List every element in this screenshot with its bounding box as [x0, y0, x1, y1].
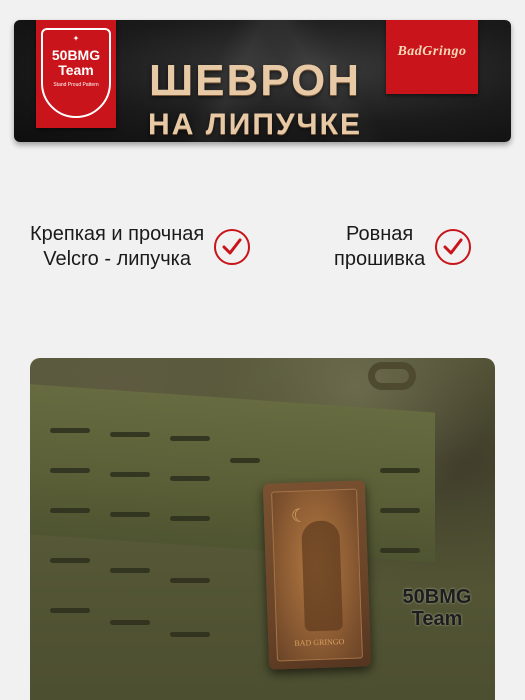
badgringo-logo: BadGringo — [397, 44, 467, 59]
checkmark-icon — [214, 229, 251, 265]
feature-stitching: Ровная прошивка — [334, 222, 472, 272]
banner-title-line2: НА ЛИПУЧКЕ — [148, 108, 362, 141]
patch-engraving: ☾ BAD GRINGO — [271, 488, 363, 662]
watermark-line2: Team — [411, 608, 463, 630]
feature-velcro: Крепкая и прочная Velcro - липучка — [30, 222, 251, 272]
badge-line3: Stand Proud Pattern — [53, 82, 99, 88]
checkmark-icon — [435, 229, 472, 265]
feature-line1: Ровная — [346, 223, 414, 245]
moon-icon: ☾ — [290, 505, 308, 526]
star-icon: ✦ — [72, 34, 80, 43]
watermark-50bmg: 50BMG Team — [382, 586, 492, 630]
laser-cut-slots — [30, 358, 495, 700]
brand-badge-badgringo: BadGringo — [386, 20, 478, 94]
feature-line2: Velcro - липучка — [43, 248, 191, 270]
product-photo: ☾ BAD GRINGO 50BMG Team — [30, 358, 495, 700]
header-banner: ✦ 50BMG Team Stand Proud Pattern ШЕВРОН … — [14, 20, 511, 142]
banner-title-line1: ШЕВРОН — [148, 56, 362, 105]
brand-badge-50bmg: ✦ 50BMG Team Stand Proud Pattern — [36, 20, 116, 128]
feature-line2: прошивка — [334, 248, 426, 270]
feature-text: Крепкая и прочная Velcro - липучка — [30, 222, 204, 272]
leather-patch: ☾ BAD GRINGO — [262, 480, 372, 670]
figure-engraving — [301, 520, 343, 632]
watermark-line1: 50BMG — [402, 586, 472, 608]
crest-icon: ✦ 50BMG Team Stand Proud Pattern — [41, 28, 111, 118]
feature-text: Ровная прошивка — [334, 222, 425, 272]
badge-line1: 50BMG — [51, 47, 101, 63]
badge-line2: Team — [58, 62, 94, 78]
feature-line1: Крепкая и прочная — [30, 223, 205, 245]
patch-label: BAD GRINGO — [294, 637, 345, 648]
